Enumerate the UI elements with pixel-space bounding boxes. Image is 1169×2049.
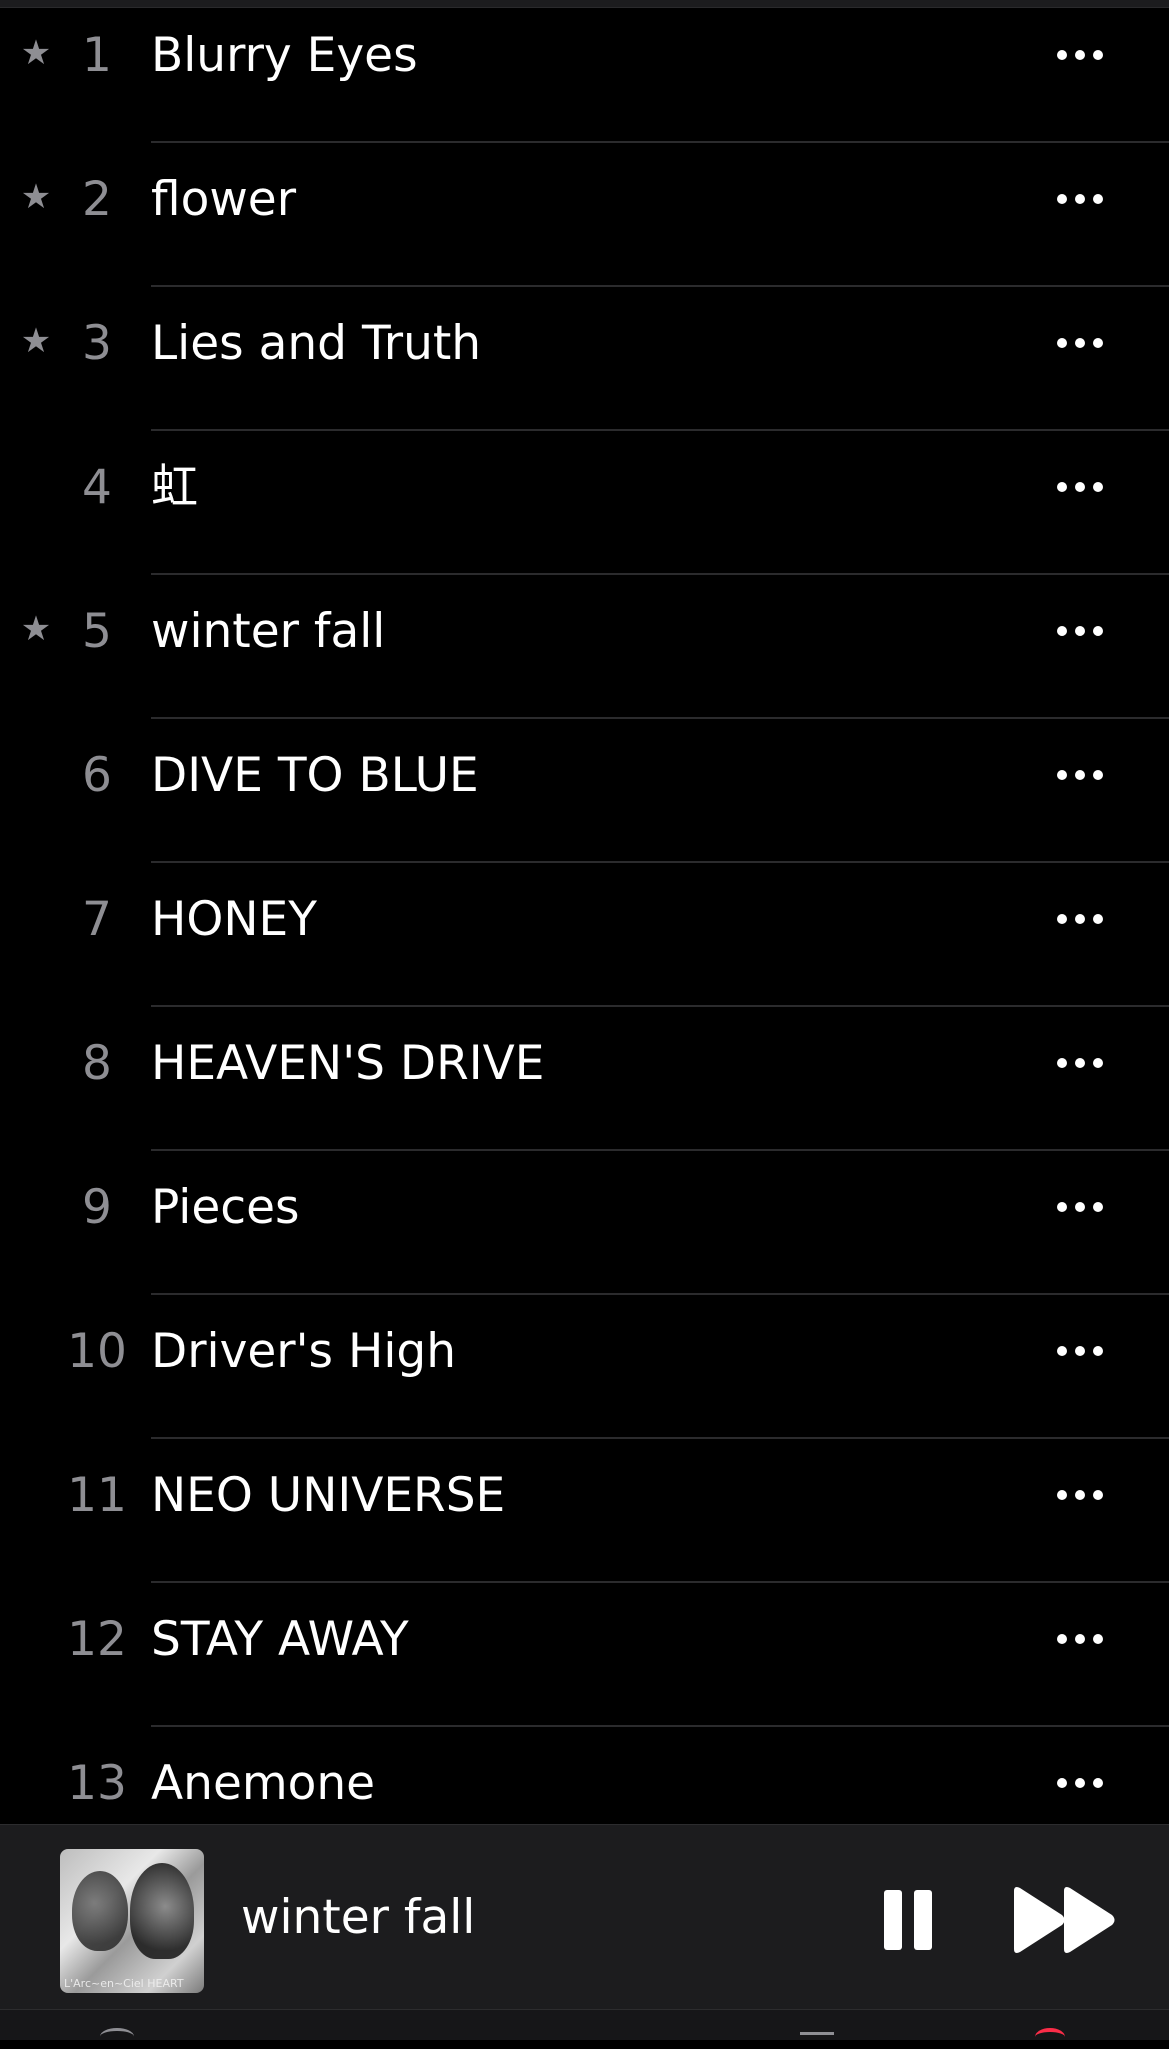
track-title: Blurry Eyes [151,28,418,83]
more-options-button[interactable] [1040,317,1120,369]
artwork-caption: L'Arc~en~Ciel HEART [64,1977,184,1990]
pause-button[interactable] [870,1880,950,1958]
track-number: 6 [82,748,112,803]
now-playing-title[interactable]: winter fall [241,1883,475,1953]
track-row[interactable]: 4虹 [0,431,1169,575]
track-title: Driver's High [151,1324,456,1379]
track-number: 12 [67,1612,127,1667]
track-number: 1 [82,28,112,83]
track-title: Anemone [151,1756,376,1811]
more-horizontal-icon [1057,1058,1103,1068]
more-options-button[interactable] [1040,1181,1120,1233]
track-row[interactable]: ★ 2 flower [0,143,1169,287]
tab-icon-edge[interactable] [100,2028,134,2045]
tab-bar [0,2009,1169,2040]
tab-icon-edge[interactable] [800,2032,834,2049]
more-horizontal-icon [1057,914,1103,924]
track-title: flower [151,172,297,227]
more-options-button[interactable] [1040,1613,1120,1665]
track-title: Pieces [151,1180,300,1235]
track-title: Lies and Truth [151,316,482,371]
tab-icon-edge[interactable] [1035,2028,1065,2046]
track-row[interactable]: 8 HEAVEN'S DRIVE [0,1007,1169,1151]
top-edge [0,0,1169,8]
more-options-button[interactable] [1040,605,1120,657]
track-number: 11 [67,1468,127,1523]
star-icon: ★ [20,177,52,217]
track-title: HEAVEN'S DRIVE [151,1036,545,1091]
track-number: 9 [82,1180,112,1235]
mini-player[interactable]: L'Arc~en~Ciel HEART winter fall [0,1824,1169,2010]
more-horizontal-icon [1057,626,1103,636]
track-number: 8 [82,1036,112,1091]
track-title: winter fall [151,604,386,659]
track-number: 3 [82,316,112,371]
more-horizontal-icon [1057,1346,1103,1356]
track-number: 13 [67,1756,127,1811]
more-horizontal-icon [1057,194,1103,204]
track-title: STAY AWAY [151,1612,409,1667]
more-options-button[interactable] [1040,1757,1120,1809]
more-horizontal-icon [1057,482,1103,492]
track-number: 7 [82,892,112,947]
track-row[interactable]: 10 Driver's High [0,1295,1169,1439]
star-icon: ★ [20,321,52,361]
more-horizontal-icon [1057,1778,1103,1788]
more-options-button[interactable] [1040,749,1120,801]
track-title: NEO UNIVERSE [151,1468,506,1523]
more-options-button[interactable] [1040,1037,1120,1089]
fast-forward-button[interactable] [1010,1883,1122,1957]
album-artwork[interactable]: L'Arc~en~Ciel HEART [60,1849,204,1993]
track-row[interactable]: ★ 5 winter fall [0,575,1169,719]
more-options-button[interactable] [1040,29,1120,81]
track-number: 5 [82,604,112,659]
more-options-button[interactable] [1040,461,1120,513]
artwork-figure-left [72,1871,128,1951]
more-options-button[interactable] [1040,173,1120,225]
more-horizontal-icon [1057,1490,1103,1500]
track-title: HONEY [151,892,317,947]
more-options-button[interactable] [1040,1469,1120,1521]
more-horizontal-icon [1057,770,1103,780]
more-options-button[interactable] [1040,1325,1120,1377]
track-list: ★ 1 Blurry Eyes ★ 2 flower ★ 3 Lies and Truth 4 虹 ★… [0,0,1169,1824]
track-title: DIVE TO BLUE [151,748,479,803]
track-row[interactable]: 11 NEO UNIVERSE [0,1439,1169,1583]
track-number: 4 [82,460,112,515]
track-title: 虹 [151,460,198,515]
star-icon: ★ [20,609,52,649]
track-row[interactable]: 7 HONEY [0,863,1169,1007]
more-horizontal-icon [1057,338,1103,348]
track-row[interactable]: ★ 1 Blurry Eyes [0,0,1169,143]
star-icon: ★ [20,33,52,73]
more-horizontal-icon [1057,50,1103,60]
track-number: 10 [67,1324,127,1379]
track-row[interactable]: 12 STAY AWAY [0,1583,1169,1727]
more-horizontal-icon [1057,1202,1103,1212]
track-row[interactable]: 9 Pieces [0,1151,1169,1295]
track-row[interactable]: 6 DIVE TO BLUE [0,719,1169,863]
track-number: 2 [82,172,112,227]
track-row[interactable]: 13 Anemone [0,1727,1169,1824]
track-row[interactable]: ★ 3 Lies and Truth [0,287,1169,431]
more-options-button[interactable] [1040,893,1120,945]
fast-forward-icon [1014,1887,1115,1953]
more-horizontal-icon [1057,1634,1103,1644]
artwork-figure-right [130,1863,194,1959]
